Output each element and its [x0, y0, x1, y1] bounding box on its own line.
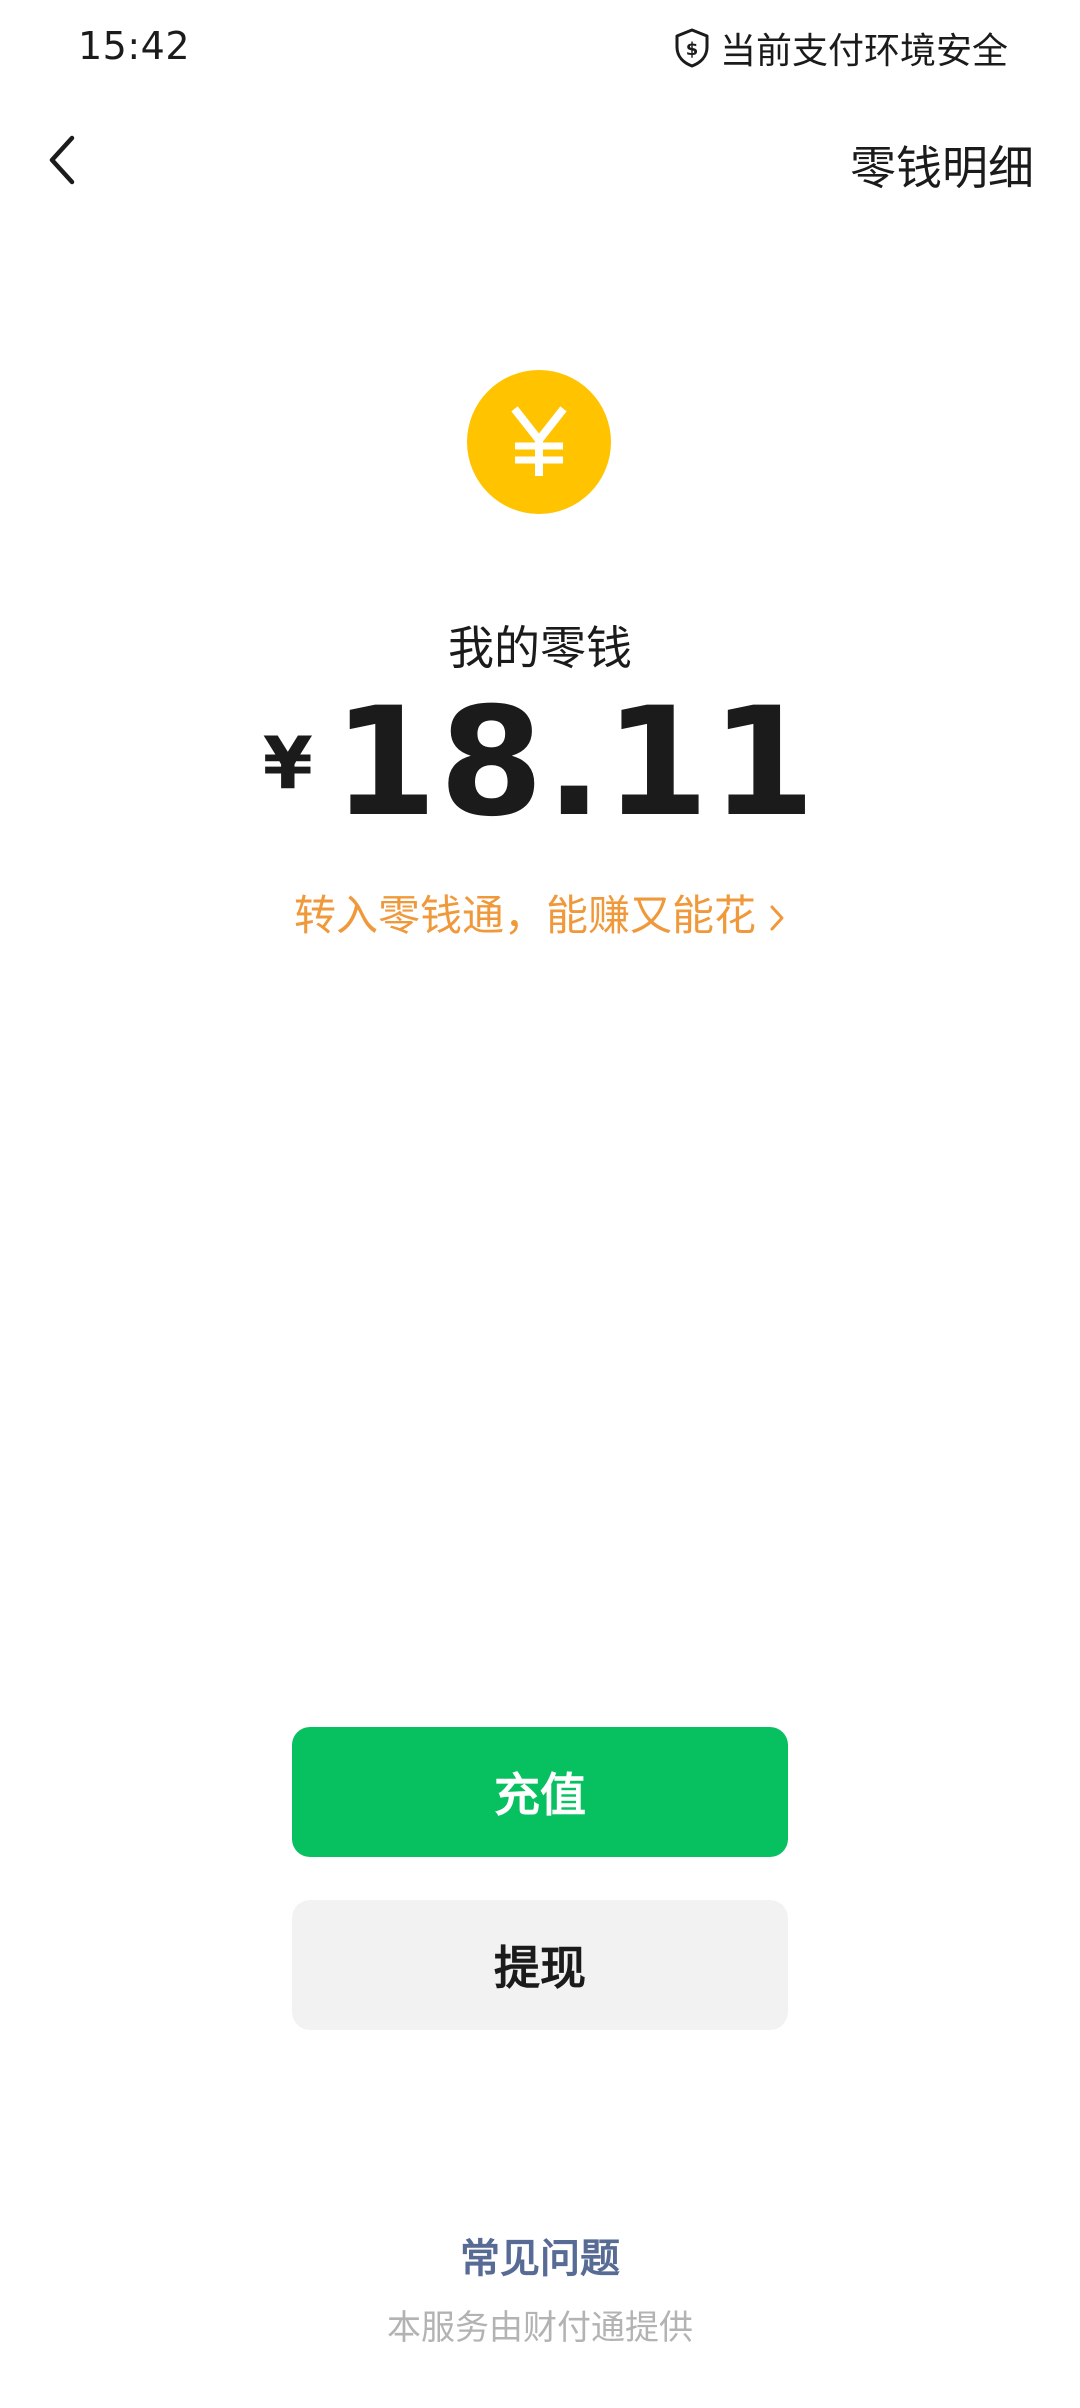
chevron-left-icon — [44, 132, 80, 192]
faq-link[interactable]: 常见问题 — [0, 2226, 1080, 2284]
provider-note: 本服务由财付通提供 — [387, 2308, 693, 2348]
svg-text:$: $ — [686, 39, 699, 60]
payment-security-indicator: $ 当前支付环境安全 — [674, 22, 1008, 74]
status-bar: 15:42 $ 当前支付环境安全 — [0, 0, 1080, 96]
promo-text: 转入零钱通，能赚又能花 — [293, 891, 756, 940]
balance-label: 我的零钱 — [448, 621, 632, 675]
back-button[interactable] — [30, 130, 94, 194]
header: 零钱明细 — [0, 112, 1080, 212]
recharge-button[interactable]: 充值 — [292, 1727, 788, 1857]
lingqiantong-promo-link[interactable]: 转入零钱通，能赚又能花 — [0, 882, 1080, 943]
balance-detail-link[interactable]: 零钱明细 — [850, 132, 1034, 198]
security-text: 当前支付环境安全 — [719, 31, 1008, 72]
shield-dollar-icon: $ — [674, 28, 710, 68]
yuan-coin-icon — [467, 370, 611, 514]
currency-symbol: ¥ — [262, 721, 313, 805]
balance-amount: 18.11 — [332, 676, 818, 850]
status-time: 15:42 — [78, 24, 191, 68]
withdraw-button[interactable]: 提现 — [292, 1900, 788, 2030]
chevron-right-icon — [768, 894, 786, 943]
balance-display: ¥ 18.11 — [0, 688, 1080, 838]
